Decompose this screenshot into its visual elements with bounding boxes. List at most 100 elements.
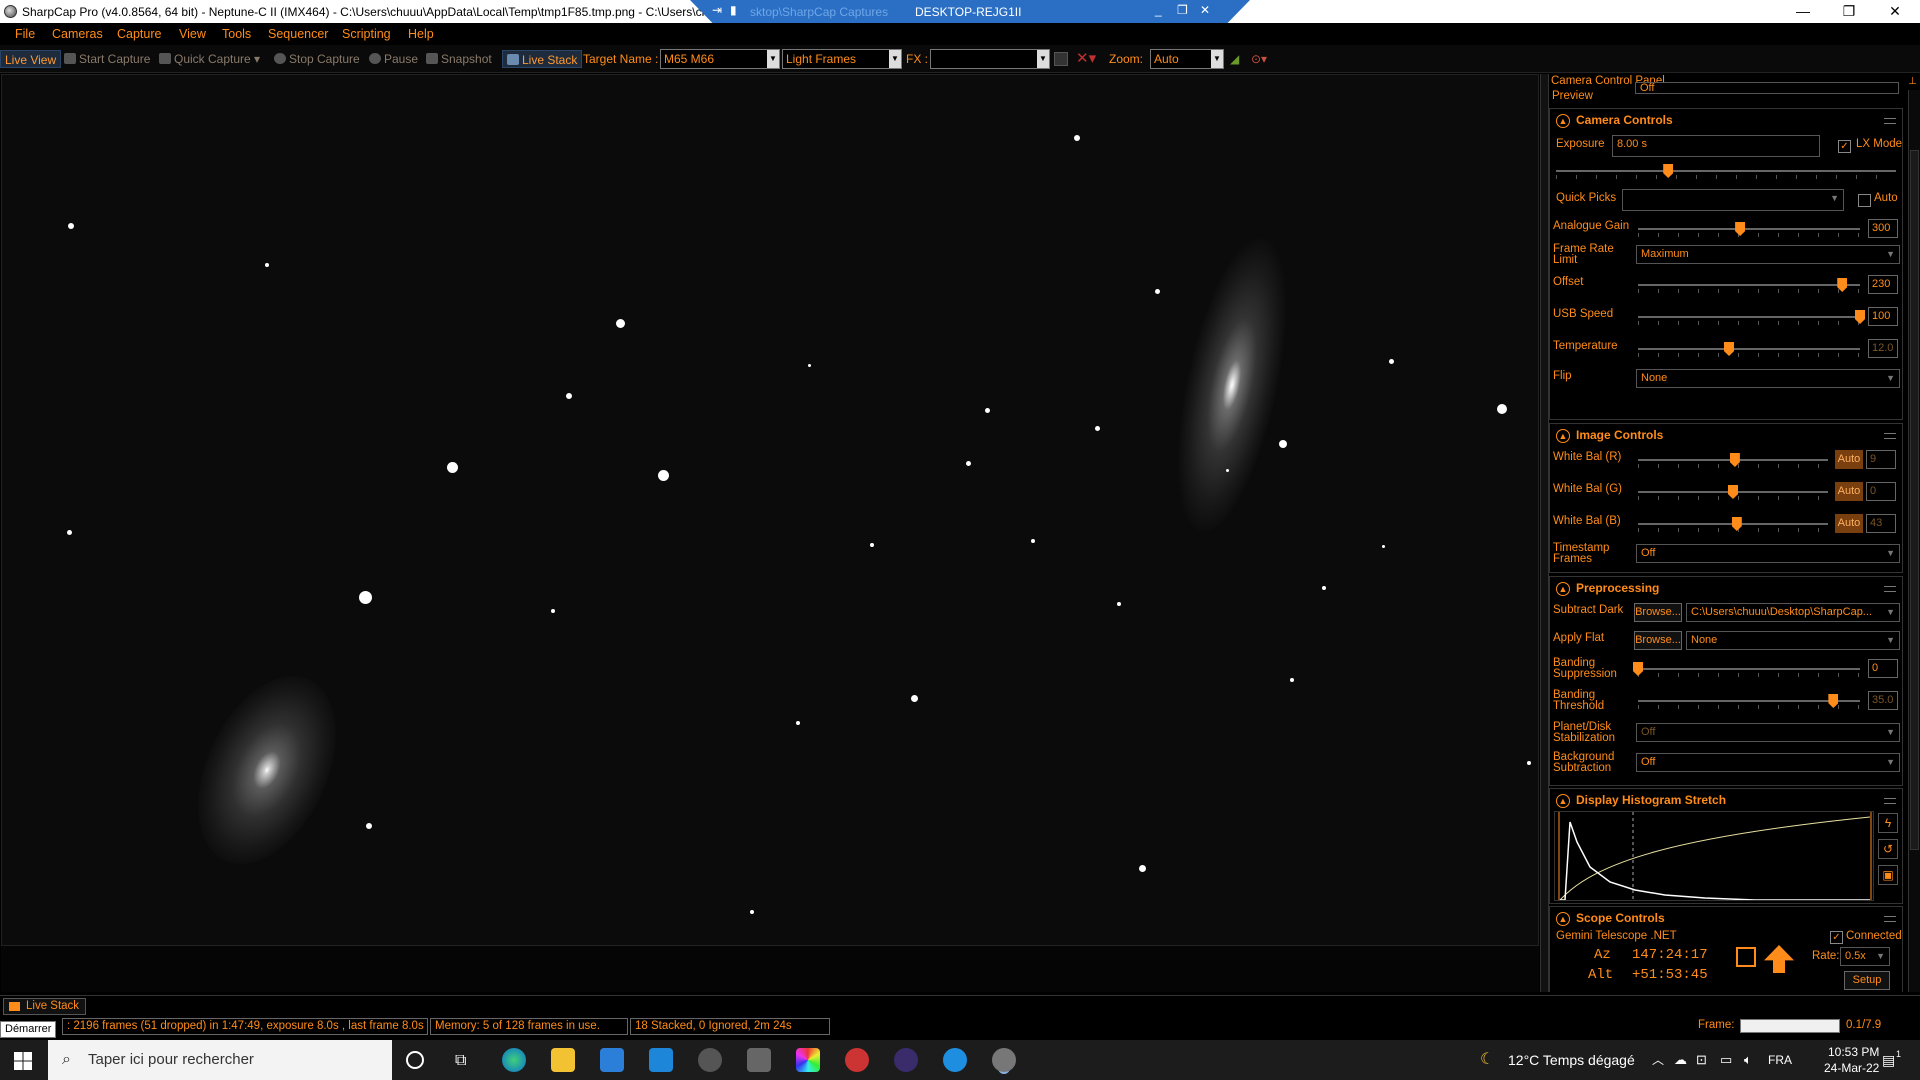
banding-suppression-slider[interactable]	[1638, 668, 1860, 670]
app-icon[interactable]	[698, 1048, 722, 1072]
reticle-icon[interactable]: ✕▾	[1076, 50, 1096, 68]
usb-speed-value[interactable]: 100	[1868, 307, 1898, 326]
setup-button[interactable]: Setup	[1844, 971, 1890, 990]
magnifier-icon[interactable]: ⊙▾	[1251, 50, 1267, 68]
menu-icon[interactable]	[1884, 798, 1896, 804]
image-controls-header[interactable]: ▲ Image Controls	[1550, 424, 1902, 446]
menu-view[interactable]: View	[179, 27, 206, 41]
apply-flat-select[interactable]: None ▼	[1686, 631, 1900, 650]
clock-date[interactable]: 24-Mar-22	[1824, 1060, 1879, 1076]
pause-button[interactable]: Pause	[369, 50, 418, 68]
maximize-button[interactable]: ❐	[1826, 0, 1872, 23]
windows-start-icon[interactable]	[14, 1052, 32, 1070]
menu-icon[interactable]	[1884, 586, 1896, 592]
store-icon[interactable]	[600, 1048, 624, 1072]
stellarium-icon[interactable]	[894, 1048, 918, 1072]
live-view-button[interactable]: Live View	[0, 50, 62, 68]
remote-minimize-icon[interactable]: _	[1155, 3, 1162, 17]
analogue-gain-slider[interactable]	[1638, 228, 1860, 230]
stop-capture-button[interactable]: Stop Capture	[274, 50, 360, 68]
wb-r-auto-button[interactable]: Auto	[1835, 450, 1863, 469]
weather-text[interactable]: 12°C Temps dégagé	[1508, 1040, 1635, 1080]
language-indicator[interactable]: FRA	[1768, 1040, 1792, 1080]
snapshot-button[interactable]: Snapshot	[426, 50, 492, 68]
chevron-down-icon[interactable]: ▼	[889, 50, 901, 68]
minimize-button[interactable]: —	[1780, 0, 1826, 23]
menu-icon[interactable]	[1884, 118, 1896, 124]
subtract-dark-browse-button[interactable]: Browse...	[1634, 603, 1682, 622]
preview-select[interactable]: Off	[1635, 82, 1899, 94]
save-icon[interactable]: ▣	[1878, 865, 1898, 885]
cortana-icon[interactable]	[406, 1051, 424, 1069]
remote-close-icon[interactable]: ✕	[1200, 3, 1210, 17]
wb-b-auto-button[interactable]: Auto	[1835, 514, 1863, 533]
chevron-up-icon[interactable]: ▲	[1556, 429, 1570, 443]
histogram-icon[interactable]: ◢	[1230, 50, 1239, 68]
timestamp-select[interactable]: Off ▼	[1636, 544, 1900, 563]
menu-icon[interactable]	[1884, 433, 1896, 439]
reset-icon[interactable]: ↺	[1878, 839, 1898, 859]
offset-value[interactable]: 230	[1868, 275, 1898, 294]
chevron-up-icon[interactable]: ▲	[1556, 582, 1570, 596]
chevron-down-icon[interactable]: ▼	[1037, 50, 1049, 68]
frame-rate-select[interactable]: Maximum ▼	[1636, 245, 1900, 264]
offset-slider[interactable]	[1638, 284, 1860, 286]
network-icon[interactable]: ⊡	[1696, 1040, 1707, 1080]
fx-select[interactable]: ▼	[930, 49, 1050, 69]
scope-controls-header[interactable]: ▲ Scope Controls	[1550, 907, 1902, 929]
histogram-header[interactable]: ▲ Display Histogram Stretch	[1550, 789, 1902, 811]
fx-settings-icon[interactable]	[1054, 52, 1068, 66]
calculator-icon[interactable]	[747, 1048, 771, 1072]
frame-type-select[interactable]: Light Frames ▼	[782, 49, 902, 69]
camera-controls-header[interactable]: ▲ Camera Controls	[1550, 109, 1902, 131]
start-capture-button[interactable]: Start Capture	[64, 50, 150, 68]
live-stack-button[interactable]: Live Stack	[502, 50, 583, 68]
chevron-up-icon[interactable]: ▲	[1556, 912, 1570, 926]
menu-file[interactable]: File	[15, 27, 35, 41]
quick-capture-button[interactable]: Quick Capture ▾	[159, 50, 260, 68]
volume-icon[interactable]: 🔈︎	[1744, 1040, 1752, 1080]
analogue-gain-value[interactable]: 300	[1868, 219, 1898, 238]
teamviewer-icon[interactable]	[943, 1048, 967, 1072]
flip-select[interactable]: None ▼	[1636, 369, 1900, 388]
cloud-icon[interactable]: ☁	[1674, 1040, 1687, 1080]
menu-icon[interactable]	[1884, 916, 1896, 922]
mail-icon[interactable]	[649, 1048, 673, 1072]
panel-splitter[interactable]	[1540, 74, 1548, 992]
exposure-input[interactable]: 8.00 s	[1612, 135, 1820, 157]
taskbar-search-input[interactable]: ⌕ Taper ici pour rechercher	[48, 1040, 392, 1080]
connected-checkbox[interactable]: ✓	[1830, 931, 1843, 944]
histogram-plot[interactable]	[1554, 811, 1874, 901]
auto-stretch-icon[interactable]: ϟ	[1878, 813, 1898, 833]
subtract-dark-select[interactable]: C:\Users\chuuu\Desktop\SharpCap... ▼	[1686, 603, 1900, 622]
color-app-icon[interactable]	[796, 1048, 820, 1072]
target-name-input[interactable]: M65 M66 ▼	[660, 49, 780, 69]
pin-icon[interactable]: ⇥	[712, 3, 722, 17]
preprocessing-header[interactable]: ▲ Preprocessing	[1550, 577, 1902, 599]
quick-picks-select[interactable]: ▼	[1622, 189, 1844, 211]
zoom-select[interactable]: Auto ▼	[1150, 49, 1224, 69]
quick-picks-auto-checkbox[interactable]	[1858, 194, 1871, 207]
apply-flat-browse-button[interactable]: Browse...	[1634, 631, 1682, 650]
remote-session-bar[interactable]: ⇥ ▮ sktop\SharpCap Captures DESKTOP-REJG…	[690, 0, 1250, 23]
image-viewer[interactable]	[1, 74, 1539, 946]
planet-stabilization-select[interactable]: Off ▼	[1636, 723, 1900, 742]
menu-help[interactable]: Help	[408, 27, 434, 41]
chevron-up-icon[interactable]: ▲	[1556, 114, 1570, 128]
file-explorer-icon[interactable]	[551, 1048, 575, 1072]
wb-b-value[interactable]: 43	[1866, 514, 1896, 533]
task-view-icon[interactable]: ⧉	[455, 1052, 466, 1070]
scrollbar-thumb[interactable]	[1910, 150, 1919, 850]
wb-r-value[interactable]: 9	[1866, 450, 1896, 469]
menu-sequencer[interactable]: Sequencer	[268, 27, 328, 41]
chevron-up-icon[interactable]: ▲	[1556, 794, 1570, 808]
stop-slew-icon[interactable]	[1736, 947, 1756, 967]
menu-tools[interactable]: Tools	[222, 27, 251, 41]
usb-speed-slider[interactable]	[1638, 316, 1860, 318]
background-subtraction-select[interactable]: Off ▼	[1636, 753, 1900, 772]
panel-scrollbar[interactable]	[1908, 90, 1920, 992]
wb-g-auto-button[interactable]: Auto	[1835, 482, 1863, 501]
tab-live-stack[interactable]: Live Stack	[3, 998, 87, 1015]
menu-cameras[interactable]: Cameras	[52, 27, 103, 41]
rate-select[interactable]: 0.5x ▼	[1840, 947, 1890, 966]
